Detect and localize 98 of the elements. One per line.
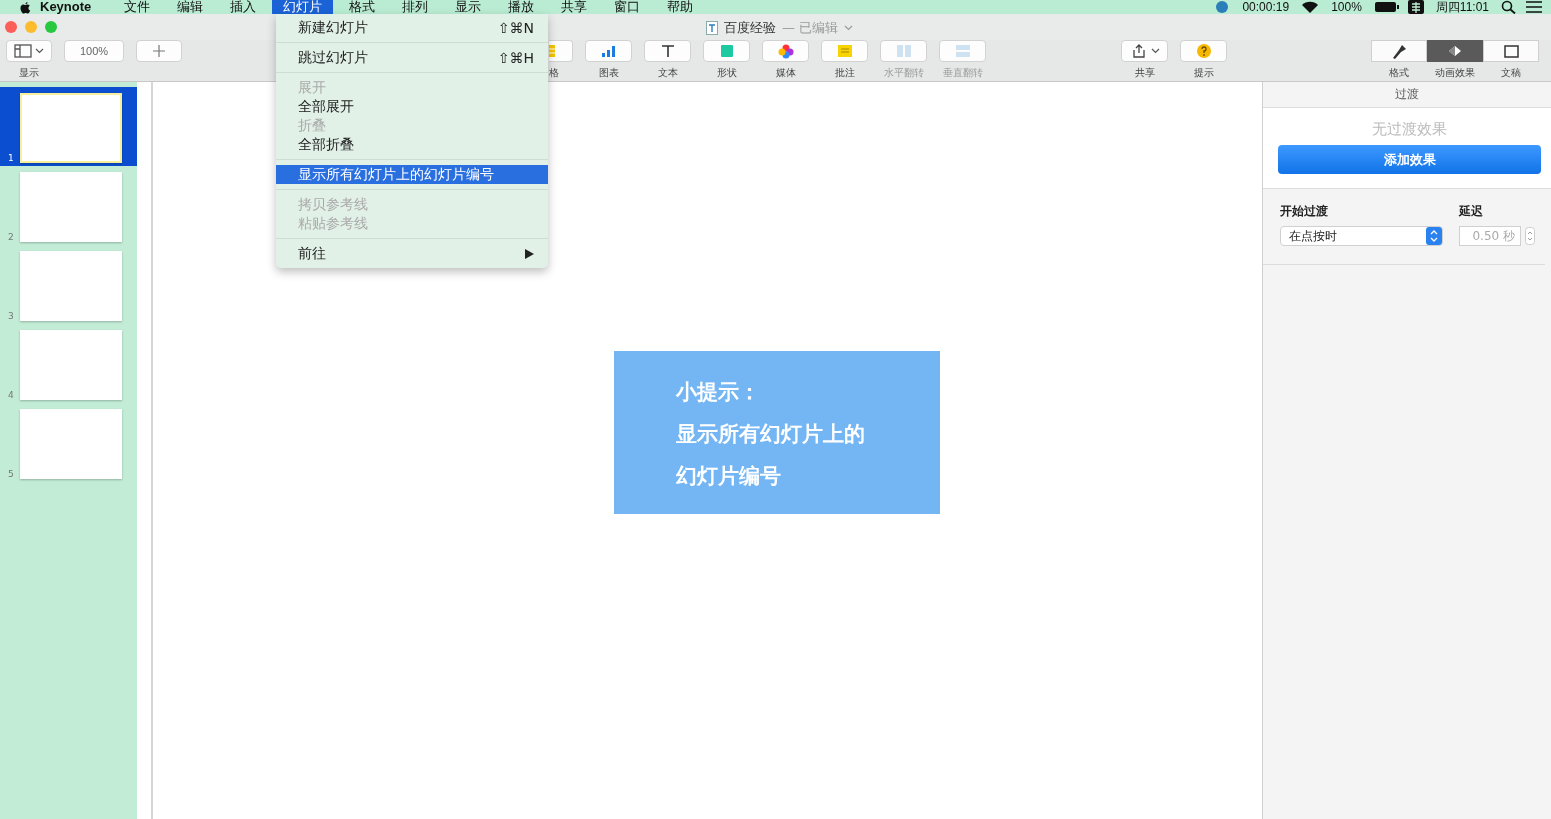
plus-icon [152, 44, 166, 58]
edited-status: — 已编辑 [782, 19, 839, 37]
wifi-icon [1301, 0, 1320, 14]
rectangle-icon [1502, 43, 1520, 59]
slide-number: 5 [8, 469, 14, 479]
toolbar-label: 提示 [1193, 66, 1214, 80]
stepper-icon [1426, 227, 1442, 245]
menu-bar-item[interactable]: 文件 [113, 0, 162, 14]
slide-number: 4 [8, 390, 14, 400]
zoom-button[interactable] [45, 21, 57, 33]
toolbar-button[interactable] [585, 40, 632, 62]
toolbar-label: 媒体 [775, 66, 796, 80]
menu-item[interactable]: 跳过幻灯片 ⇧⌘H [276, 48, 548, 67]
empty-state-text: 无过渡效果 [1372, 120, 1447, 139]
inspector-tab[interactable] [1427, 40, 1483, 62]
toolbar-button[interactable] [762, 40, 809, 62]
battery-text: 100% [1331, 0, 1362, 14]
window-title: 百度经验 [724, 19, 776, 37]
minimize-button[interactable] [25, 21, 37, 33]
paintbrush-icon [1390, 43, 1408, 59]
zoom-dropdown[interactable]: 100% [64, 40, 124, 62]
columns-icon [894, 43, 913, 59]
start-dropdown[interactable]: 在点按时 [1280, 226, 1443, 246]
document-icon [706, 21, 718, 35]
menu-bar-item[interactable]: 幻灯片 [272, 0, 334, 14]
flower-icon [776, 43, 795, 59]
toolbar-label: 格 [549, 66, 559, 80]
toolbar-label: 共享 [1134, 66, 1155, 80]
rows-icon [953, 43, 972, 59]
menu-bar-item[interactable]: 帮助 [656, 0, 705, 14]
shortcut-text: ⇧⌘N [497, 19, 534, 36]
slide-number: 1 [8, 153, 14, 163]
field-label: 开始过渡 [1280, 203, 1329, 220]
chevron-icon [1150, 48, 1160, 54]
menu-bar-item[interactable]: 编辑 [166, 0, 215, 14]
menu-bar-item[interactable]: 插入 [219, 0, 268, 14]
slide-number: 2 [8, 232, 14, 242]
add-effect-button[interactable]: 添加效果 [1278, 145, 1541, 174]
view-button[interactable] [6, 40, 52, 62]
toolbar-label: 图表 [598, 66, 619, 80]
submenu-arrow-icon [525, 248, 534, 259]
note-icon [835, 43, 854, 59]
slide-row[interactable]: 5 [0, 403, 137, 482]
inspector-tab-title[interactable]: 过渡 [1395, 86, 1419, 103]
slide-row[interactable]: 2 [0, 166, 137, 245]
list-icon [1525, 0, 1543, 14]
slide-row[interactable]: 4 [0, 324, 137, 403]
toolbar-label: 文稿 [1500, 66, 1522, 80]
menu-bar-item[interactable]: 排列 [391, 0, 440, 14]
share-button[interactable] [1121, 40, 1168, 62]
close-button[interactable] [5, 21, 17, 33]
toolbar-label: 显示 [19, 66, 39, 80]
menu-bar-item[interactable]: 格式 [338, 0, 387, 14]
field-label: 延迟 [1459, 203, 1484, 220]
toolbar-label: 垂直翻转 [942, 66, 983, 80]
slide-row[interactable]: 3 [0, 245, 137, 324]
slide-thumbnail[interactable] [20, 93, 122, 163]
slide-thumbnail[interactable] [20, 251, 122, 321]
shortcut-text: ⇧⌘H [497, 49, 534, 66]
text-line: 小提示： [676, 379, 761, 406]
menu-item[interactable]: 前往 [276, 244, 548, 263]
menu-bar-item[interactable]: 共享 [550, 0, 599, 14]
recording-icon [1214, 1, 1231, 13]
toolbar-label: 批注 [834, 66, 855, 80]
timer-text: 00:00:19 [1242, 0, 1290, 14]
bar-chart-icon [599, 43, 618, 59]
menu-item[interactable]: 全部展开 [276, 97, 548, 116]
menu-bar-item[interactable]: 显示 [444, 0, 493, 14]
menu-bar-item[interactable]: 播放 [497, 0, 546, 14]
apple-icon [18, 0, 32, 14]
battery-icon [1373, 1, 1400, 13]
slide-number: 3 [8, 311, 14, 321]
menu-item[interactable]: 全部折叠 [276, 135, 548, 154]
toolbar-label: 文本 [657, 66, 678, 80]
slide-thumbnail[interactable] [20, 172, 122, 242]
toolbar-button[interactable] [644, 40, 691, 62]
slide-thumbnail[interactable] [20, 409, 122, 479]
layout-icon [14, 43, 32, 59]
menu-bar-item[interactable]: 窗口 [603, 0, 652, 14]
question-icon [1194, 43, 1213, 59]
search-icon [1501, 0, 1517, 14]
app-menu[interactable]: Keynote [40, 0, 92, 14]
toolbar-label: 动画效果 [1434, 66, 1476, 80]
chevron-icon [35, 48, 44, 54]
toolbar-label: 格式 [1388, 66, 1410, 80]
menu-item[interactable]: 新建幻灯片 ⇧⌘N [276, 18, 548, 37]
toolbar-label: 水平翻转 [883, 66, 924, 80]
stepper-icon [1525, 227, 1535, 245]
chevron-icon [844, 25, 854, 31]
add-slide-button[interactable] [136, 40, 182, 62]
tips-button[interactable] [1180, 40, 1227, 62]
toolbar-label: 形状 [716, 66, 737, 80]
menu-item[interactable]: 显示所有幻灯片上的幻灯片编号 [276, 165, 548, 184]
text-line: 幻灯片编号 [676, 463, 782, 490]
text-line: 显示所有幻灯片上的 [676, 421, 866, 448]
clock-text: 周四11:01 [1435, 0, 1489, 14]
slide-thumbnail[interactable] [20, 330, 122, 400]
slide-row[interactable]: 1 [0, 87, 137, 166]
